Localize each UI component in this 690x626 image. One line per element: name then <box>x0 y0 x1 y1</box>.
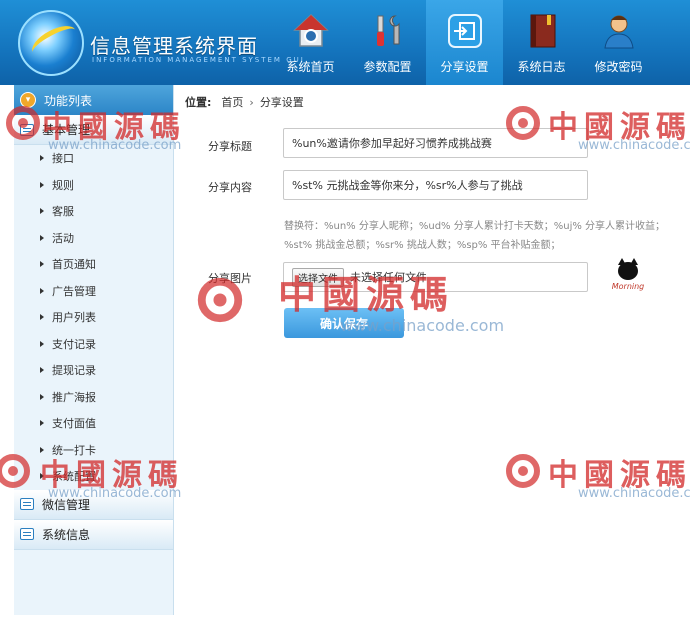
app-header: 信息管理系统界面 INFORMATION MANAGEMENT SYSTEM G… <box>0 0 690 85</box>
sidebar-item-label: 统一打卡 <box>52 443 96 457</box>
watermark-url: www.chinacode.com <box>578 138 690 153</box>
sidebar-item-label: 客服 <box>52 205 74 219</box>
preview-text: Morning <box>611 282 645 291</box>
share-image-preview: Morning <box>608 258 648 296</box>
app-title: 信息管理系统界面 <box>90 34 258 58</box>
sidebar-item-posters[interactable]: 推广海报 <box>14 384 173 411</box>
breadcrumb: 位置: 首页 › 分享设置 <box>185 94 304 110</box>
chat-icon <box>20 498 34 510</box>
share-title-input[interactable] <box>283 128 588 158</box>
confirm-save-button[interactable]: 确认保存 <box>284 308 404 338</box>
sidebar-item-checkin[interactable]: 统一打卡 <box>14 437 173 464</box>
sidebar-item-interface[interactable]: 接口 <box>14 145 173 172</box>
nav-password[interactable]: 修改密码 <box>580 0 657 85</box>
home-icon <box>292 12 330 50</box>
user-password-icon <box>600 12 638 50</box>
breadcrumb-separator: › <box>249 95 254 109</box>
triangle-right-icon <box>40 287 44 294</box>
sidebar-item-home-notice[interactable]: 首页通知 <box>14 251 173 278</box>
watermark-text: 中國源碼 <box>548 458 690 493</box>
sidebar-group-system[interactable]: 系统信息 <box>14 519 173 550</box>
file-status: 未选择任何文件 <box>350 271 427 284</box>
share-title-label: 分享标题 <box>208 140 252 153</box>
chevron-down-icon: ▾ <box>20 92 36 108</box>
sidebar-item-rules[interactable]: 规则 <box>14 172 173 199</box>
sidebar-item-label: 推广海报 <box>52 390 96 404</box>
top-nav: 系统首页 参数配置 分享设置 系统日志 修改密码 <box>272 0 657 85</box>
nav-share[interactable]: 分享设置 <box>426 0 503 85</box>
sidebar-item-activity[interactable]: 活动 <box>14 225 173 252</box>
triangle-right-icon <box>40 208 44 215</box>
triangle-right-icon <box>40 473 44 480</box>
share-content-label: 分享内容 <box>208 181 252 194</box>
share-icon <box>446 12 484 50</box>
choose-file-button[interactable]: 选择文件 <box>292 267 344 287</box>
triangle-right-icon <box>40 367 44 374</box>
watermark-logo-icon <box>506 454 540 488</box>
sidebar-item-label: 广告管理 <box>52 284 96 298</box>
sidebar-item-service[interactable]: 客服 <box>14 198 173 225</box>
sidebar-item-label: 活动 <box>52 231 74 245</box>
placeholder-hint-line1: 替换符：%un% 分享人昵称；%ud% 分享人累计打卡天数；%uj% 分享人累计… <box>284 221 666 232</box>
nav-log-label: 系统日志 <box>517 60 566 74</box>
nav-home-label: 系统首页 <box>286 60 335 74</box>
triangle-right-icon <box>40 261 44 268</box>
sidebar-heading: ▾ 功能列表 <box>14 85 173 115</box>
sidebar-item-label: 系统配置 <box>52 470 96 484</box>
breadcrumb-home[interactable]: 首页 <box>221 94 243 110</box>
sidebar-item-payments[interactable]: 支付记录 <box>14 331 173 358</box>
sidebar-group-basic-label: 基本管理 <box>42 123 91 137</box>
share-image-label: 分享图片 <box>208 272 252 285</box>
share-content-input[interactable] <box>283 170 588 200</box>
sidebar-group-wechat[interactable]: 微信管理 <box>14 489 173 520</box>
sidebar-item-users[interactable]: 用户列表 <box>14 304 173 331</box>
nav-log[interactable]: 系统日志 <box>503 0 580 85</box>
sidebar: ▾ 功能列表 基本管理 接口 规则 客服 活动 首页通知 广告管理 用户列表 支… <box>14 85 174 615</box>
cat-icon <box>618 258 638 280</box>
nav-params[interactable]: 参数配置 <box>349 0 426 85</box>
sidebar-item-label: 支付记录 <box>52 337 96 351</box>
share-image-file-input[interactable]: 选择文件 未选择任何文件 <box>283 262 588 292</box>
sidebar-item-ads[interactable]: 广告管理 <box>14 278 173 305</box>
sidebar-menu: 接口 规则 客服 活动 首页通知 广告管理 用户列表 支付记录 提现记录 推广海… <box>14 145 173 490</box>
nav-params-label: 参数配置 <box>363 60 412 74</box>
sidebar-item-label: 提现记录 <box>52 364 96 378</box>
nav-share-label: 分享设置 <box>440 60 489 74</box>
triangle-right-icon <box>40 420 44 427</box>
sidebar-item-system-config[interactable]: 系统配置 <box>14 463 173 490</box>
placeholder-hint-line2: %st% 挑战金总额；%sr% 挑战人数；%sp% 平台补贴金额； <box>284 240 561 251</box>
sidebar-item-label: 首页通知 <box>52 258 96 272</box>
triangle-right-icon <box>40 340 44 347</box>
nav-password-label: 修改密码 <box>594 60 643 74</box>
sidebar-item-label: 用户列表 <box>52 311 96 325</box>
sidebar-item-label: 规则 <box>52 178 74 192</box>
triangle-right-icon <box>40 181 44 188</box>
triangle-right-icon <box>40 314 44 321</box>
log-book-icon <box>523 12 561 50</box>
watermark-url: www.chinacode.com <box>578 486 690 501</box>
breadcrumb-current: 分享设置 <box>259 96 304 109</box>
sidebar-item-label: 接口 <box>52 152 74 166</box>
sidebar-item-denominations[interactable]: 支付面值 <box>14 410 173 437</box>
chat-icon <box>20 528 34 540</box>
tools-icon <box>369 12 407 50</box>
sidebar-group-system-label: 系统信息 <box>42 527 91 542</box>
triangle-right-icon <box>40 155 44 162</box>
triangle-right-icon <box>40 446 44 453</box>
breadcrumb-label: 位置: <box>185 96 212 109</box>
sidebar-item-withdrawals[interactable]: 提现记录 <box>14 357 173 384</box>
sidebar-item-label: 支付面值 <box>52 417 96 431</box>
sidebar-heading-label: 功能列表 <box>44 93 93 108</box>
sidebar-group-basic[interactable]: 基本管理 <box>14 115 173 145</box>
triangle-right-icon <box>40 234 44 241</box>
nav-home[interactable]: 系统首页 <box>272 0 349 85</box>
sidebar-group-wechat-label: 微信管理 <box>42 497 91 512</box>
list-icon <box>20 123 34 136</box>
triangle-right-icon <box>40 393 44 400</box>
